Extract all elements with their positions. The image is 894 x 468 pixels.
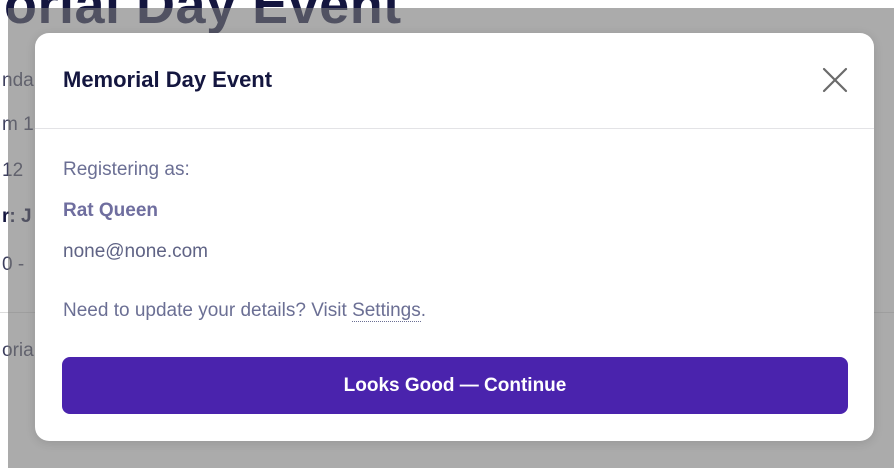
dialog-header: Memorial Day Event [35, 33, 874, 129]
user-name: Rat Queen [63, 200, 159, 221]
dialog-title: Memorial Day Event [63, 67, 273, 92]
close-button[interactable] [818, 63, 852, 97]
user-email: none@none.com [63, 241, 208, 262]
registration-dialog: Memorial Day Event Registering as: Rat Q… [35, 33, 874, 441]
update-details-text: Need to update your details? Visit Setti… [63, 300, 426, 322]
update-details-prefix: Need to update your details? Visit [63, 300, 353, 321]
settings-link[interactable]: Settings [352, 300, 421, 322]
continue-button[interactable]: Looks Good — Continue [62, 357, 848, 414]
update-details-suffix: . [420, 300, 426, 321]
close-icon [818, 63, 852, 97]
registering-as-label: Registering as: [63, 159, 190, 180]
